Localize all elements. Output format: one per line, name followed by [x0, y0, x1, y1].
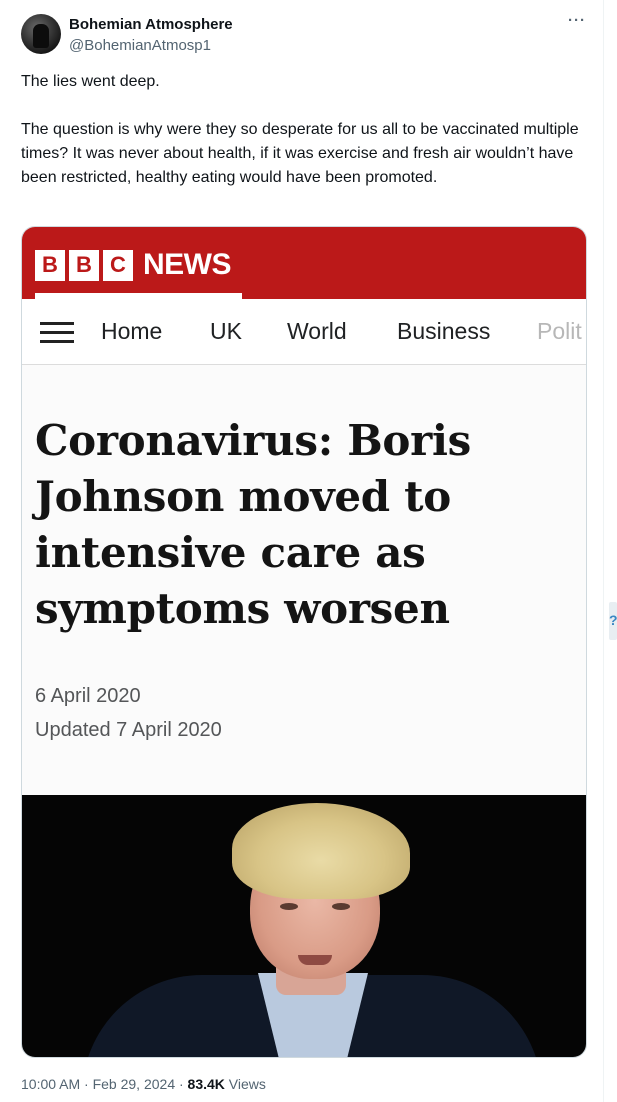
views-label: Views: [228, 1076, 266, 1092]
author-display-name[interactable]: Bohemian Atmosphere: [69, 16, 233, 33]
bbc-news-logo: B B C NEWS: [35, 248, 232, 281]
more-options-icon[interactable]: ···: [566, 12, 588, 34]
tweet-card: Bohemian Atmosphere @BohemianAtmosp1 ···…: [0, 0, 604, 1102]
nav-item-uk: UK: [210, 318, 242, 344]
bbc-logo-news: NEWS: [143, 248, 232, 281]
article-headline: Coronavirus: Boris Johnson moved to inte…: [35, 416, 471, 633]
edge-scroll-icon: ?: [609, 602, 617, 640]
author-avatar[interactable]: [21, 14, 61, 54]
tweet-timestamp[interactable]: 10:00 AM · Feb 29, 2024 ·: [21, 1076, 184, 1092]
attached-image[interactable]: B B C NEWS Home UK World Business Polit …: [21, 226, 587, 1058]
bbc-navigation: Home UK World Business Polit: [22, 299, 586, 365]
bbc-logo-letter-c: C: [103, 249, 133, 281]
nav-item-politics: Polit: [537, 318, 582, 344]
bbc-logo-letter-b1: B: [35, 249, 65, 281]
nav-item-business: Business: [397, 318, 491, 344]
nav-item-world: World: [287, 318, 347, 344]
views-count: 83.4K: [187, 1076, 225, 1092]
tweet-text: The lies went deep. The question is why …: [21, 70, 581, 190]
tweet-text-paragraph-2: The question is why were they so despera…: [21, 121, 579, 186]
hamburger-menu-icon: [40, 322, 74, 344]
author-handle[interactable]: @BohemianAtmosp1: [69, 37, 211, 54]
article-updated-date: Updated 7 April 2020: [35, 719, 222, 741]
tweet-metadata: 10:00 AM · Feb 29, 2024 · 83.4K Views: [21, 1076, 266, 1092]
tweet-text-line-1: The lies went deep.: [21, 73, 160, 90]
bbc-logo-letter-b2: B: [69, 249, 99, 281]
nav-item-home: Home: [101, 318, 163, 344]
article-photo: [22, 795, 586, 1057]
article-date: 6 April 2020: [35, 685, 141, 707]
bbc-header-bar: B B C NEWS: [22, 227, 586, 299]
